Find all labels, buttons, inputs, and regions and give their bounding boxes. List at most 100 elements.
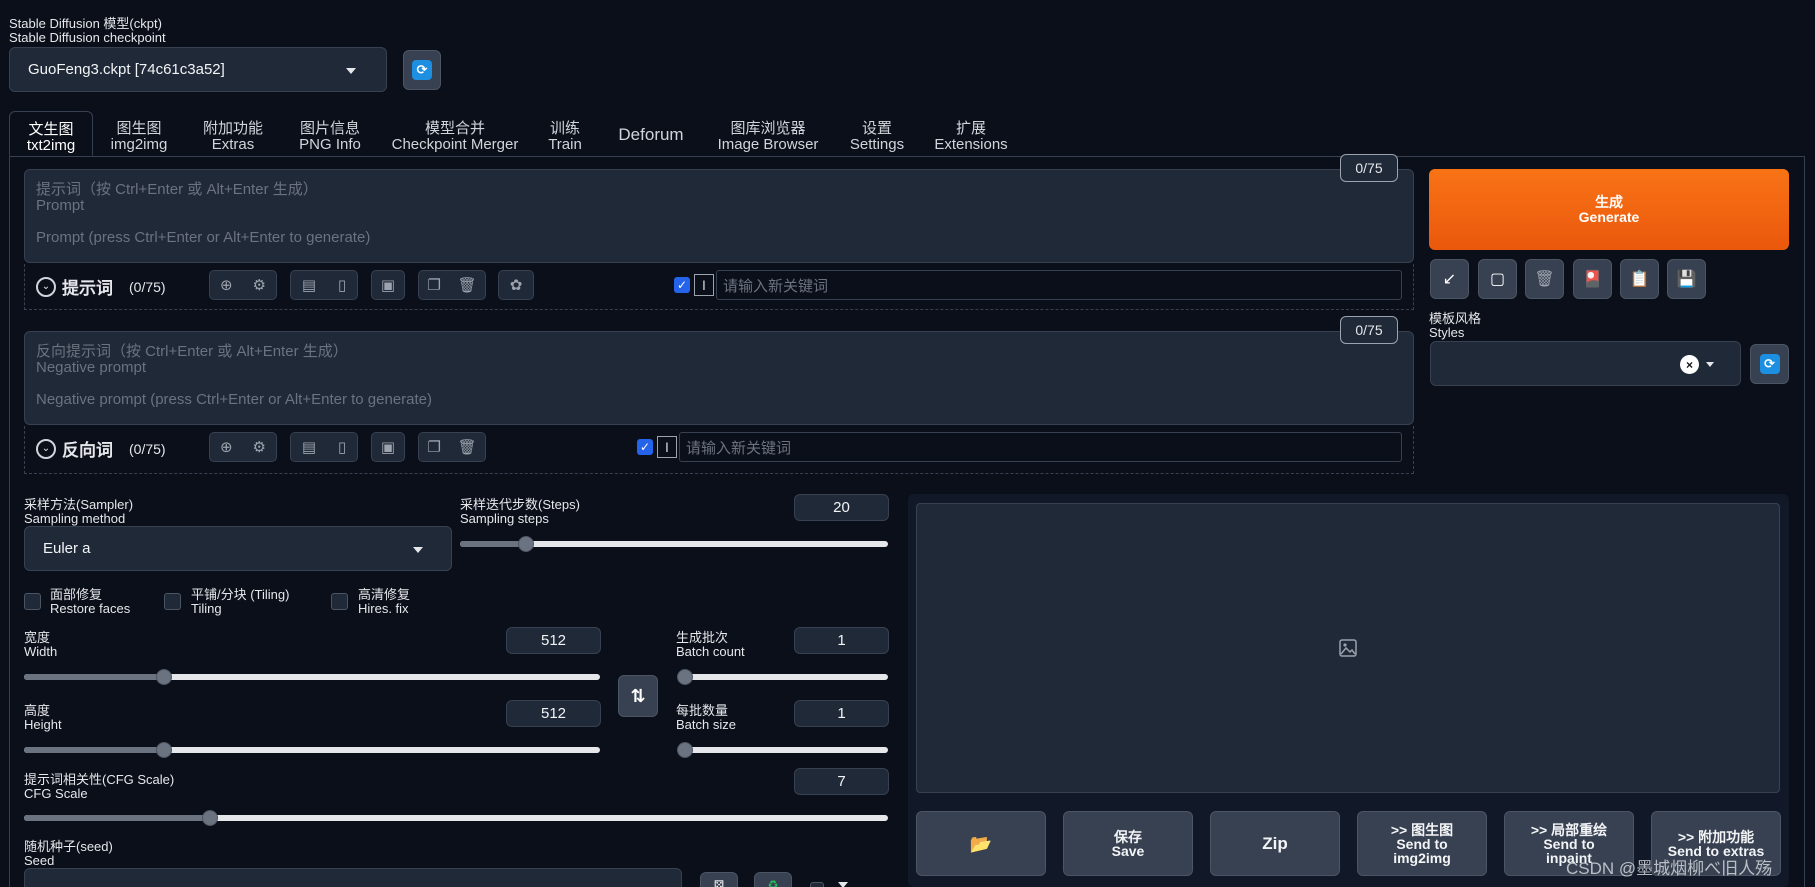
negative-keyword-checkbox[interactable]: ✓ bbox=[637, 439, 653, 455]
collapse-icon: ⌄ bbox=[36, 438, 56, 459]
cfg-input[interactable]: 7 bbox=[794, 768, 889, 795]
copy-icon[interactable]: ❐ bbox=[427, 438, 440, 456]
restore-faces-checkbox[interactable] bbox=[24, 593, 41, 610]
dice-icon: ⚄ bbox=[713, 877, 725, 887]
translate-icon[interactable]: ▣ bbox=[381, 438, 395, 456]
reuse-seed-button[interactable]: ♻ bbox=[754, 872, 792, 887]
prompt-keyword-input[interactable]: 请输入新关键词 bbox=[716, 270, 1402, 300]
sampler-select[interactable]: Euler a bbox=[24, 526, 452, 571]
cfg-label: 提示词相关性(CFG Scale) CFG Scale bbox=[24, 772, 175, 801]
bookmark-icon[interactable]: ▯ bbox=[338, 276, 346, 294]
send-to-img2img-button[interactable]: >> 图生图 Send to img2img bbox=[1357, 811, 1487, 876]
tab-txt2img[interactable]: 文生图 txt2img bbox=[9, 111, 93, 156]
height-slider-thumb[interactable] bbox=[156, 742, 172, 758]
apply-style-button[interactable]: 📋 bbox=[1620, 259, 1659, 299]
prompt-textarea[interactable]: 提示词（按 Ctrl+Enter 或 Alt+Enter 生成） Prompt … bbox=[24, 169, 1414, 263]
chevron-down-icon bbox=[1706, 362, 1714, 367]
read-params-button[interactable]: ↙ bbox=[1430, 259, 1469, 299]
tab-image-browser[interactable]: 图库浏览器 Image Browser bbox=[712, 111, 824, 156]
negative-placeholder-cn: 反向提示词（按 Ctrl+Enter 或 Alt+Enter 生成） bbox=[36, 343, 348, 360]
negative-placeholder-hint: Negative prompt (press Ctrl+Enter or Alt… bbox=[36, 391, 433, 408]
tab-checkpoint-merger[interactable]: 模型合并 Checkpoint Merger bbox=[388, 111, 522, 156]
trash-icon: 🗑 bbox=[1534, 271, 1555, 288]
tiling-checkbox[interactable] bbox=[164, 593, 181, 610]
tab-png-info[interactable]: 图片信息 PNG Info bbox=[288, 111, 372, 156]
refresh-checkpoint-button[interactable]: ⟳ bbox=[403, 50, 441, 90]
height-slider[interactable] bbox=[24, 742, 600, 758]
seed-input[interactable] bbox=[24, 868, 682, 887]
openai-icon[interactable]: ✿ bbox=[510, 276, 523, 294]
width-input[interactable]: 512 bbox=[506, 627, 601, 654]
tab-extras[interactable]: 附加功能 Extras bbox=[190, 111, 276, 156]
batch-count-slider-thumb[interactable] bbox=[677, 669, 693, 685]
negative-prompt-textarea[interactable]: 反向提示词（按 Ctrl+Enter 或 Alt+Enter 生成） Negat… bbox=[24, 331, 1414, 425]
prompt-token-counter: 0/75 bbox=[1340, 154, 1398, 182]
save-button[interactable]: 保存 Save bbox=[1063, 811, 1193, 876]
steps-slider-fill bbox=[460, 541, 526, 547]
random-seed-button[interactable]: ⚄ bbox=[700, 872, 738, 887]
prompt-tool-group-1: ⊕ ⚙ bbox=[209, 270, 277, 300]
negative-section-header[interactable]: ⌄ 反向词 (0/75) bbox=[36, 436, 166, 461]
height-input[interactable]: 512 bbox=[506, 700, 601, 727]
cfg-slider-thumb[interactable] bbox=[202, 810, 218, 826]
copy-icon[interactable]: ❐ bbox=[427, 276, 440, 294]
steps-slider[interactable] bbox=[460, 536, 888, 552]
seed-label: 随机种子(seed) Seed bbox=[24, 839, 113, 868]
prompt-tool-group-3: ▣ bbox=[371, 270, 405, 300]
negative-tool-group-3: ▣ bbox=[371, 432, 405, 462]
refresh-icon: ⟳ bbox=[412, 60, 432, 80]
open-folder-button[interactable]: 📂 bbox=[916, 811, 1046, 876]
globe-icon[interactable]: ⊕ bbox=[220, 276, 233, 294]
zip-button[interactable]: Zip bbox=[1210, 811, 1340, 876]
prompt-section-header[interactable]: ⌄ 提示词 (0/75) bbox=[36, 274, 166, 299]
tab-deforum[interactable]: Deforum bbox=[609, 111, 693, 156]
styles-select[interactable]: × bbox=[1430, 341, 1741, 386]
globe-icon[interactable]: ⊕ bbox=[220, 438, 233, 456]
batch-size-input[interactable]: 1 bbox=[794, 700, 889, 727]
checkpoint-select[interactable]: GuoFeng3.ckpt [74c61c3a52] bbox=[9, 47, 387, 92]
chevron-down-icon bbox=[346, 68, 356, 74]
gear-icon[interactable]: ⚙ bbox=[253, 438, 266, 456]
tab-settings[interactable]: 设置 Settings bbox=[842, 111, 912, 156]
steps-input[interactable]: 20 bbox=[794, 494, 889, 521]
recycle-icon: ♻ bbox=[767, 877, 779, 887]
folder-icon: 📂 bbox=[969, 833, 993, 854]
prompt-tool-group-5: ✿ bbox=[498, 270, 534, 300]
tab-train[interactable]: 训练 Train bbox=[537, 111, 593, 156]
generate-button[interactable]: 生成 Generate bbox=[1429, 169, 1789, 250]
gear-icon[interactable]: ⚙ bbox=[253, 276, 266, 294]
floppy-disk-icon: 💾 bbox=[1676, 271, 1697, 288]
cfg-slider-fill bbox=[24, 815, 210, 821]
prompt-keyword-checkbox[interactable]: ✓ bbox=[674, 277, 690, 293]
paste-button[interactable]: ▢ bbox=[1478, 259, 1517, 299]
image-gallery[interactable] bbox=[916, 503, 1780, 793]
extra-networks-button[interactable]: 🎴 bbox=[1573, 259, 1612, 299]
history-icon[interactable]: ▤ bbox=[302, 276, 316, 294]
tab-extensions[interactable]: 扩展 Extensions bbox=[928, 111, 1014, 156]
translate-icon[interactable]: ▣ bbox=[381, 276, 395, 294]
bookmark-icon[interactable]: ▯ bbox=[338, 438, 346, 456]
swap-dimensions-button[interactable]: ⇅ bbox=[618, 675, 658, 717]
clear-button[interactable]: 🗑 bbox=[1525, 259, 1564, 299]
clear-icon[interactable]: × bbox=[1680, 355, 1699, 374]
batch-count-slider[interactable] bbox=[677, 669, 888, 685]
tab-img2img[interactable]: 图生图 img2img bbox=[102, 111, 176, 156]
batch-size-slider[interactable] bbox=[677, 742, 888, 758]
cfg-slider[interactable] bbox=[24, 810, 888, 826]
extra-seed-checkbox[interactable] bbox=[810, 882, 824, 887]
hires-fix-checkbox[interactable] bbox=[331, 593, 348, 610]
refresh-styles-button[interactable]: ⟳ bbox=[1750, 344, 1789, 384]
negative-tool-group-1: ⊕ ⚙ bbox=[209, 432, 277, 462]
batch-size-slider-thumb[interactable] bbox=[677, 742, 693, 758]
chevron-down-icon[interactable] bbox=[838, 882, 848, 887]
negative-keyword-input[interactable]: 请输入新关键词 bbox=[679, 432, 1402, 462]
tiling-label: 平铺/分块 (Tiling) Tiling bbox=[191, 587, 290, 616]
save-style-button[interactable]: 💾 bbox=[1667, 259, 1706, 299]
trash-icon[interactable]: 🗑 bbox=[458, 276, 477, 294]
batch-count-input[interactable]: 1 bbox=[794, 627, 889, 654]
history-icon[interactable]: ▤ bbox=[302, 438, 316, 456]
trash-icon[interactable]: 🗑 bbox=[458, 438, 477, 456]
width-slider[interactable] bbox=[24, 669, 600, 685]
steps-slider-thumb[interactable] bbox=[518, 536, 534, 552]
width-slider-thumb[interactable] bbox=[156, 669, 172, 685]
